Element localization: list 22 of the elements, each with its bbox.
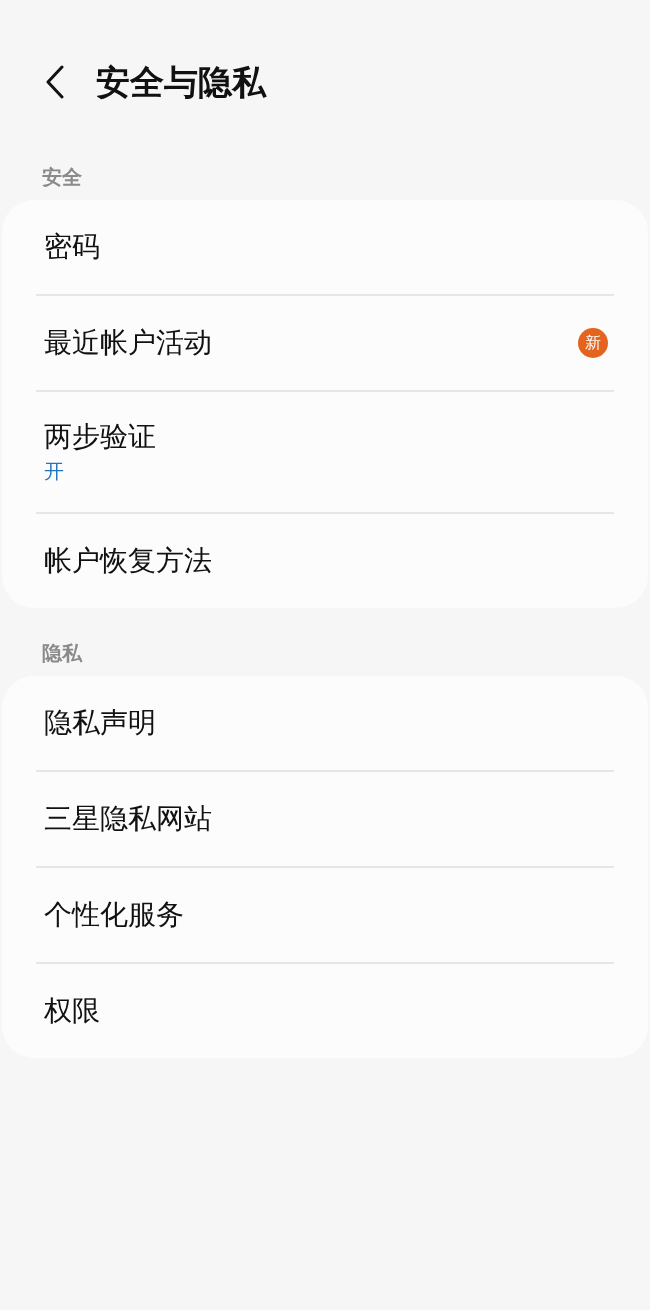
section-header: 隐私 xyxy=(41,640,84,667)
item-label: 权限 xyxy=(44,993,100,1029)
settings-item[interactable]: 密码 xyxy=(36,200,614,294)
item-label: 隐私声明 xyxy=(44,705,156,741)
back-icon xyxy=(45,65,65,99)
settings-item[interactable]: 三星隐私网站 xyxy=(36,772,614,866)
item-status: 开 xyxy=(44,458,65,485)
new-badge: 新 xyxy=(578,328,608,358)
item-label: 三星隐私网站 xyxy=(44,801,212,837)
settings-item[interactable]: 个性化服务 xyxy=(36,868,614,962)
item-label: 最近帐户活动 xyxy=(44,325,212,361)
item-label: 个性化服务 xyxy=(44,897,184,933)
settings-item[interactable]: 最近帐户活动 新 xyxy=(36,296,614,390)
settings-item[interactable]: 两步验证 开 xyxy=(36,392,614,512)
section-header: 安全 xyxy=(41,164,83,191)
settings-item[interactable]: 隐私声明 xyxy=(36,676,614,770)
item-label: 两步验证 xyxy=(44,419,156,455)
settings-item[interactable]: 权限 xyxy=(36,964,614,1058)
item-label: 帐户恢复方法 xyxy=(44,543,212,579)
item-label: 密码 xyxy=(44,229,100,265)
settings-item[interactable]: 帐户恢复方法 xyxy=(36,514,614,608)
page-title: 安全与隐私 xyxy=(96,60,266,104)
